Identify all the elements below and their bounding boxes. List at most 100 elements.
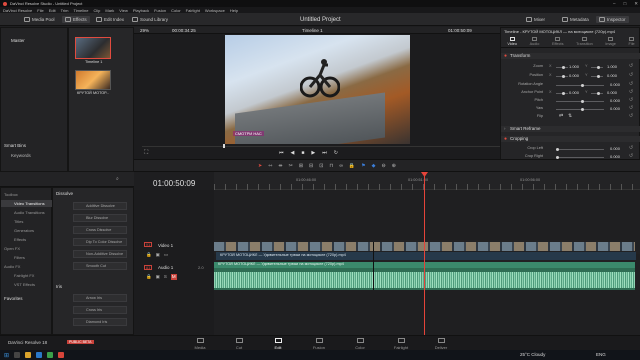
smart-reframe-header[interactable]: › Smart Reframe: [501, 126, 640, 132]
clip-thumbnail-timeline[interactable]: [75, 37, 111, 59]
param-slider[interactable]: [556, 100, 604, 103]
param-value[interactable]: 1.000: [569, 64, 579, 69]
taskbar-app-icon[interactable]: [36, 352, 43, 358]
position-lock-icon[interactable]: 🔒: [349, 163, 355, 169]
menu-item[interactable]: Fairlight: [186, 8, 200, 13]
param-slider[interactable]: [591, 75, 603, 78]
metadata-button[interactable]: Metadata: [562, 16, 589, 23]
auto-select-icon[interactable]: ▣: [156, 252, 160, 258]
menu-item[interactable]: Color: [171, 8, 181, 13]
windows-start-icon[interactable]: ⊞: [4, 352, 9, 359]
menu-item[interactable]: DaVinci Resolve: [3, 8, 32, 13]
taskbar-app-icon[interactable]: [47, 352, 54, 358]
toolbox-item[interactable]: Audio Transitions: [1, 209, 53, 216]
menu-item[interactable]: Playback: [133, 8, 149, 13]
marker-icon[interactable]: ◆: [372, 163, 376, 169]
weather-widget[interactable]: 25°C Cloudy: [520, 352, 545, 357]
reset-icon[interactable]: ↺: [629, 105, 633, 111]
first-frame-icon[interactable]: ⏮: [279, 150, 284, 156]
param-value[interactable]: 1.000: [607, 64, 617, 69]
param-value[interactable]: 0.000: [610, 98, 620, 103]
slider-knob[interactable]: [597, 92, 600, 95]
crop-icon[interactable]: ⛶: [144, 150, 148, 157]
video-track-id[interactable]: V1: [144, 242, 152, 247]
clip-thumbnail-video[interactable]: [75, 70, 111, 90]
menu-item[interactable]: Timeline: [74, 8, 89, 13]
link-icon[interactable]: ∞: [339, 163, 343, 169]
inspector-tab[interactable]: Audio: [530, 36, 539, 47]
input-language[interactable]: ENG: [596, 352, 606, 357]
param-slider[interactable]: [556, 75, 568, 78]
playhead[interactable]: [424, 172, 425, 335]
loop-icon[interactable]: ↻: [334, 150, 338, 156]
slider-knob[interactable]: [597, 66, 600, 69]
page-tab-fairlight[interactable]: Fairlight: [381, 335, 421, 350]
effect-item[interactable]: Additive Dissolve: [73, 202, 127, 210]
replace-icon[interactable]: ⊡: [319, 163, 323, 169]
param-slider[interactable]: [556, 148, 604, 151]
reset-icon[interactable]: ↺: [629, 89, 633, 95]
mute-icon[interactable]: M: [170, 274, 177, 280]
slider-knob[interactable]: [581, 108, 584, 111]
reset-icon[interactable]: ↺: [629, 113, 633, 119]
stop-icon[interactable]: ■: [301, 150, 304, 156]
taskbar-app-icon[interactable]: [25, 352, 32, 358]
slider-knob[interactable]: [562, 66, 565, 69]
zoom-level[interactable]: 29%: [140, 28, 149, 33]
toolbox-item[interactable]: Effects: [1, 236, 53, 243]
transform-header[interactable]: ● Transform: [501, 53, 640, 59]
timeline-name[interactable]: Timeline 1: [302, 28, 323, 33]
param-slider[interactable]: [556, 92, 568, 95]
viewer-scrubber[interactable]: [223, 144, 225, 148]
menu-item[interactable]: Help: [230, 8, 238, 13]
inspector-tab[interactable]: Effects: [552, 36, 564, 47]
insert-icon[interactable]: ⊞: [299, 163, 303, 169]
audio-track-name[interactable]: Audio 1: [158, 265, 173, 270]
param-value[interactable]: 0.000: [607, 90, 617, 95]
media-pool-button[interactable]: Media Pool: [24, 16, 55, 23]
effect-item[interactable]: Diamond Iris: [73, 318, 127, 326]
effects-button[interactable]: Effects: [62, 16, 90, 23]
toolbox-item[interactable]: Titles: [1, 218, 53, 225]
param-value[interactable]: 0.000: [610, 82, 620, 87]
blade-tool-icon[interactable]: ✂: [289, 163, 293, 169]
slider-knob[interactable]: [597, 75, 600, 78]
timeline-ruler[interactable]: 01:00:46:00 01:00:51:00 01:00:56:00: [214, 172, 640, 190]
effect-item[interactable]: Dip To Color Dissolve: [73, 238, 127, 246]
param-slider[interactable]: [591, 66, 603, 69]
toolbox-item[interactable]: VST Effects: [1, 281, 53, 288]
inspector-tab[interactable]: File: [629, 36, 635, 47]
cropping-header[interactable]: ● Cropping: [501, 136, 640, 142]
lock-icon[interactable]: 🔒: [146, 274, 152, 280]
effect-item[interactable]: Cross Dissolve: [73, 226, 127, 234]
audio-track-id[interactable]: A1: [144, 265, 152, 270]
dynamic-trim-icon[interactable]: ⇹: [278, 163, 282, 169]
last-frame-icon[interactable]: ⏭: [322, 150, 327, 156]
menu-item[interactable]: Clip: [93, 8, 100, 13]
flip-horizontal-icon[interactable]: ⇄: [559, 113, 563, 119]
menu-item[interactable]: Workspace: [205, 8, 225, 13]
master-bin[interactable]: Master: [11, 38, 25, 43]
slider-knob[interactable]: [556, 148, 559, 151]
menu-item[interactable]: File: [37, 8, 43, 13]
flip-vertical-icon[interactable]: ⇅: [568, 113, 572, 119]
param-slider[interactable]: [556, 84, 604, 87]
toolbox-item[interactable]: Fairlight FX: [1, 272, 53, 279]
menu-item[interactable]: Mark: [105, 8, 114, 13]
slider-knob[interactable]: [562, 92, 565, 95]
page-tab-fusion[interactable]: Fusion: [299, 335, 339, 350]
edit-index-button[interactable]: Edit Index: [96, 16, 124, 23]
toolbox-item[interactable]: Filters: [1, 254, 53, 261]
selection-tool-icon[interactable]: ➤: [258, 163, 262, 169]
menu-item[interactable]: View: [119, 8, 128, 13]
reset-icon[interactable]: ↺: [629, 72, 633, 78]
reset-icon[interactable]: ↺: [629, 145, 633, 151]
page-tab-media[interactable]: Media: [180, 335, 220, 350]
effect-item[interactable]: Arrow Iris: [73, 294, 127, 302]
reset-icon[interactable]: ↺: [629, 81, 633, 87]
slider-knob[interactable]: [562, 75, 565, 78]
page-tab-deliver[interactable]: Deliver: [421, 335, 461, 350]
page-tab-color[interactable]: Color: [340, 335, 380, 350]
taskbar-app-icon[interactable]: [14, 352, 21, 358]
monitor-icon[interactable]: ▭: [164, 252, 168, 258]
